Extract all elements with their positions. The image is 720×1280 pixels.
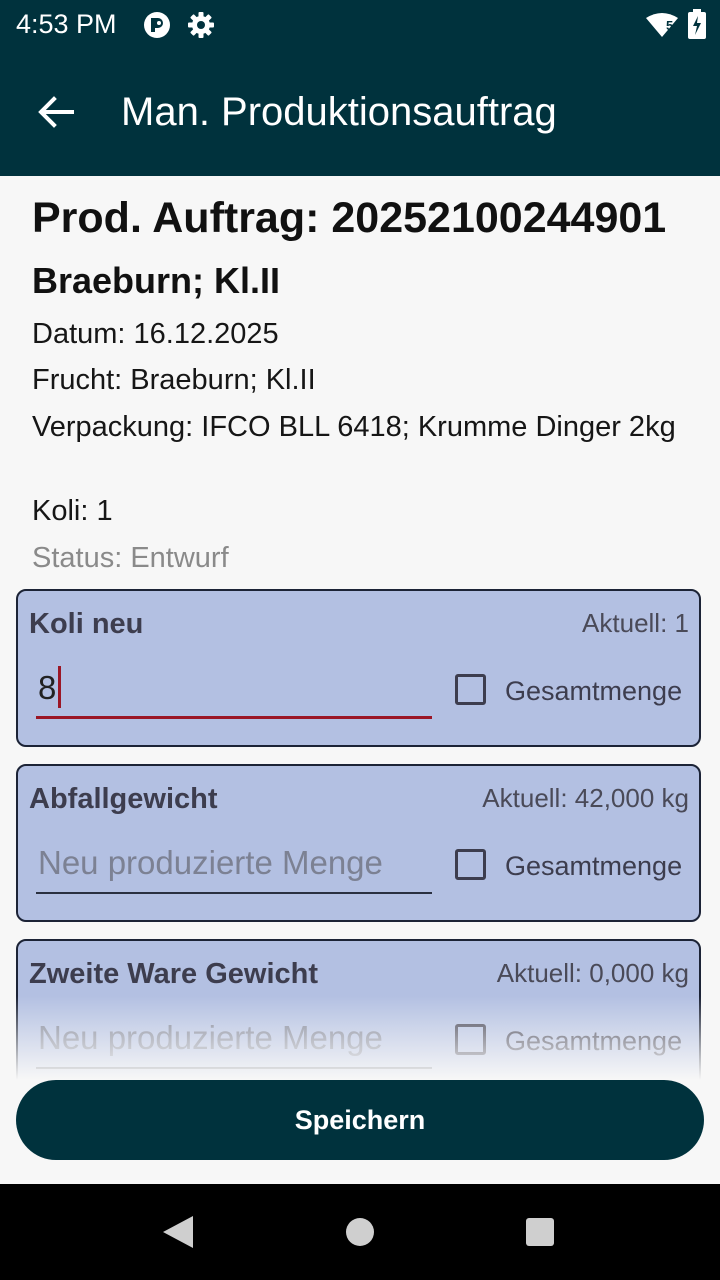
- home-circle-icon[interactable]: [345, 1217, 375, 1252]
- card-label: Zweite Ware Gewicht: [29, 958, 318, 990]
- arrow-back-icon: [38, 96, 74, 128]
- text-caret: [58, 666, 61, 708]
- gesamtmenge-checkbox[interactable]: [455, 849, 486, 880]
- zweite-ware-card: Zweite Ware Gewicht Aktuell: 0,000 kg Ge…: [16, 939, 701, 1080]
- card-current-value: Aktuell: 42,000 kg: [482, 783, 689, 813]
- checkbox-label[interactable]: Gesamtmenge: [505, 676, 682, 707]
- abfallgewicht-card: Abfallgewicht Aktuell: 42,000 kg Gesamtm…: [16, 764, 701, 922]
- app-notification-icon: [142, 10, 172, 45]
- battery-charging-icon: [688, 9, 706, 44]
- koli-neu-field[interactable]: [36, 659, 432, 716]
- order-date: Datum: 16.12.2025: [32, 318, 279, 350]
- system-nav-bar: [0, 1184, 720, 1280]
- card-current-value: Aktuell: 0,000 kg: [496, 958, 689, 988]
- wifi-icon: [645, 12, 679, 43]
- gesamtmenge-checkbox[interactable]: [455, 674, 486, 705]
- koli-neu-input[interactable]: [36, 659, 432, 719]
- order-koli: Koli: 1: [32, 495, 113, 527]
- recents-square-icon[interactable]: [525, 1217, 555, 1252]
- zweite-ware-field[interactable]: [36, 1009, 432, 1067]
- checkbox-label[interactable]: Gesamtmenge: [505, 851, 682, 882]
- order-fruit: Frucht: Braeburn; Kl.II: [32, 364, 316, 396]
- koli-neu-card: Koli neu Aktuell: 1 Gesamtmenge: [16, 589, 701, 747]
- card-label: Abfallgewicht: [29, 783, 218, 815]
- abfallgewicht-input[interactable]: [36, 834, 432, 894]
- card-current-value: Aktuell: 1: [582, 608, 689, 638]
- order-detail-content[interactable]: Prod. Auftrag: 20252100244901 Braeburn; …: [0, 176, 720, 1080]
- network-type-label: 5: [666, 18, 674, 33]
- back-button[interactable]: [28, 84, 84, 140]
- order-packaging: Verpackung: IFCO BLL 6418; Krumme Dinger…: [32, 411, 676, 443]
- save-button[interactable]: Speichern: [16, 1080, 704, 1160]
- settings-gear-icon: [186, 10, 216, 45]
- order-status: Status: Entwurf: [32, 542, 229, 574]
- gesamtmenge-checkbox[interactable]: [455, 1024, 486, 1055]
- order-subtitle: Braeburn; Kl.II: [32, 260, 281, 301]
- zweite-ware-input[interactable]: [36, 1009, 432, 1069]
- app-bar: Man. Produktionsauftrag: [0, 48, 720, 176]
- abfallgewicht-field[interactable]: [36, 834, 432, 892]
- back-triangle-icon[interactable]: [162, 1215, 194, 1254]
- checkbox-label[interactable]: Gesamtmenge: [505, 1026, 682, 1057]
- order-title: Prod. Auftrag: 20252100244901: [32, 194, 667, 242]
- page-title: Man. Produktionsauftrag: [121, 90, 557, 134]
- card-label: Koli neu: [29, 608, 144, 640]
- status-bar: 4:53 PM 5: [0, 0, 720, 48]
- status-time: 4:53 PM: [16, 9, 117, 39]
